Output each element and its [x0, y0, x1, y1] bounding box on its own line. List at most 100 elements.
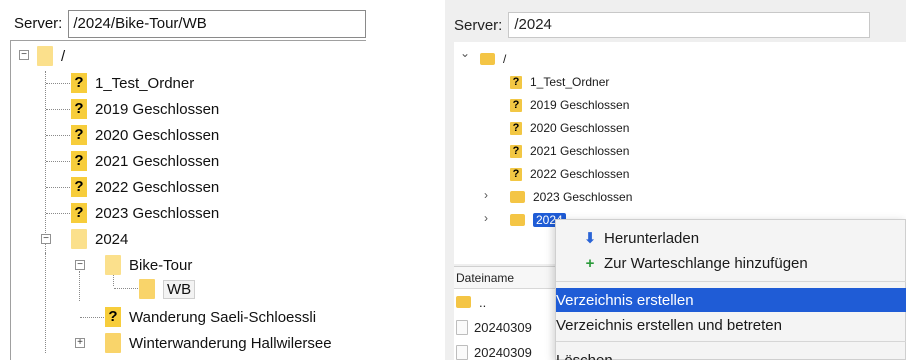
tree-node-1-test-ordner[interactable]: ? 1_Test_Ordner — [510, 71, 609, 93]
unknown-permission-icon: ? — [71, 73, 87, 93]
collapse-toggle-icon[interactable]: − — [75, 260, 85, 270]
menu-item-delete[interactable]: Löschen — [556, 348, 906, 360]
unknown-permission-icon: ? — [71, 151, 87, 171]
tree-node-label: 2021 Geschlossen — [530, 144, 630, 158]
menu-separator — [556, 281, 906, 282]
folder-icon — [510, 214, 525, 226]
expand-toggle-icon[interactable]: + — [75, 338, 85, 348]
tree-node-label: 2023 Geschlossen — [533, 190, 633, 204]
menu-item-label: Löschen — [556, 351, 613, 360]
tree-node-label-selected: WB — [163, 279, 196, 299]
file-icon — [456, 319, 468, 335]
tree-node-label: 2019 Geschlossen — [530, 98, 630, 112]
right-server-bar: Server: /2024 — [445, 8, 906, 42]
list-item[interactable]: 20240309 — [456, 340, 532, 360]
tree-node-2021[interactable]: ? 2021 Geschlossen — [71, 149, 219, 173]
chevron-right-icon[interactable]: › — [480, 188, 492, 202]
menu-item-label: Verzeichnis erstellen — [556, 291, 694, 309]
unknown-permission-icon: ? — [510, 98, 522, 112]
folder-icon — [105, 333, 121, 353]
left-server-bar: Server: /2024/Bike-Tour/WB — [10, 8, 366, 40]
folder-open-icon — [105, 255, 121, 275]
tree-line — [79, 271, 80, 301]
menu-item-label: Verzeichnis erstellen und betreten — [556, 316, 782, 334]
folder-icon — [510, 191, 525, 203]
tree-node-winterwanderung[interactable]: Winterwanderung Hallwilersee — [105, 331, 332, 355]
tree-node-2020[interactable]: ? 2020 Geschlossen — [71, 123, 219, 147]
tree-node-label: 2020 Geschlossen — [530, 121, 630, 135]
unknown-permission-icon: ? — [510, 75, 522, 89]
tree-node-2023[interactable]: ? 2023 Geschlossen — [71, 201, 219, 225]
tree-node-label: 2021 Geschlossen — [95, 152, 220, 170]
menu-item-download[interactable]: ⬇ Herunterladen — [556, 226, 906, 250]
left-file-browser: Server: /2024/Bike-Tour/WB − / ? 1_Test_… — [0, 0, 368, 360]
folder-open-icon — [37, 46, 53, 66]
menu-item-create-and-enter-directory[interactable]: Verzeichnis erstellen und betreten — [556, 313, 906, 337]
tree-node-2019[interactable]: ? 2019 Geschlossen — [510, 94, 629, 116]
list-item-label: 20240309 — [474, 319, 532, 335]
folder-icon — [480, 53, 495, 65]
tree-line — [45, 253, 46, 353]
collapse-toggle-icon[interactable]: − — [19, 50, 29, 60]
menu-separator — [556, 341, 906, 342]
left-server-label: Server: — [14, 15, 63, 32]
unknown-permission-icon: ? — [71, 177, 87, 197]
tree-node-2021[interactable]: ? 2021 Geschlossen — [510, 140, 629, 162]
menu-item-create-directory[interactable]: Verzeichnis erstellen — [556, 288, 906, 312]
tree-node-label: 1_Test_Ordner — [530, 75, 610, 89]
right-server-path-input[interactable]: /2024 — [508, 12, 871, 38]
tree-node-bike-tour[interactable]: Bike-Tour — [105, 253, 192, 277]
list-item-parent[interactable]: .. — [456, 290, 486, 314]
tree-node-label: 2019 Geschlossen — [95, 100, 220, 118]
tree-node-wanderung[interactable]: ? Wanderung Saeli-Schloessli — [105, 305, 316, 329]
left-directory-tree: − / ? 1_Test_Ordner ? 2019 Geschlossen ?… — [10, 40, 366, 360]
list-item-label: .. — [479, 294, 487, 310]
tree-node-label: 2022 Geschlossen — [95, 178, 220, 196]
tree-node-2020[interactable]: ? 2020 Geschlossen — [510, 117, 629, 139]
unknown-permission-icon: ? — [510, 167, 522, 181]
tree-node-2024[interactable]: 2024 — [71, 227, 128, 251]
folder-icon — [456, 296, 471, 308]
folder-icon — [139, 279, 155, 299]
tree-node-label: / — [61, 47, 66, 65]
tree-node-label: 2024 — [95, 230, 129, 248]
right-server-label: Server: — [454, 16, 503, 34]
tree-node-label: 1_Test_Ordner — [95, 74, 195, 92]
tree-node-root[interactable]: / — [480, 48, 506, 70]
file-icon — [456, 344, 468, 360]
add-to-queue-icon: + — [585, 254, 595, 272]
unknown-permission-icon: ? — [71, 99, 87, 119]
tree-node-label: Wanderung Saeli-Schloessli — [129, 308, 317, 326]
menu-item-label: Zur Warteschlange hinzufügen — [604, 254, 808, 272]
chevron-right-icon[interactable]: › — [480, 211, 492, 225]
list-item-label: 20240309 — [474, 344, 532, 360]
tree-node-label: Winterwanderung Hallwilersee — [129, 334, 332, 352]
tree-node-label: 2023 Geschlossen — [95, 204, 220, 222]
tree-node-label: / — [503, 52, 507, 66]
context-menu: ⬇ Herunterladen + Zur Warteschlange hinz… — [555, 219, 906, 360]
tree-node-2023[interactable]: 2023 Geschlossen — [510, 186, 632, 208]
unknown-permission-icon: ? — [105, 307, 121, 327]
collapse-toggle-icon[interactable]: − — [41, 234, 51, 244]
download-arrow-icon: ⬇ — [583, 230, 597, 247]
unknown-permission-icon: ? — [510, 121, 522, 135]
unknown-permission-icon: ? — [71, 203, 87, 223]
tree-node-root[interactable]: / — [37, 44, 65, 68]
tree-node-1-test-ordner[interactable]: ? 1_Test_Ordner — [71, 71, 194, 95]
unknown-permission-icon: ? — [71, 125, 87, 145]
unknown-permission-icon: ? — [510, 144, 522, 158]
tree-node-wb[interactable]: WB — [139, 277, 196, 301]
chevron-down-icon[interactable]: ⌄ — [459, 46, 471, 60]
list-item[interactable]: 20240309 — [456, 315, 532, 339]
menu-item-label: Herunterladen — [604, 229, 700, 247]
tree-node-2022[interactable]: ? 2022 Geschlossen — [71, 175, 219, 199]
tree-node-2019[interactable]: ? 2019 Geschlossen — [71, 97, 219, 121]
left-server-path-input[interactable]: /2024/Bike-Tour/WB — [68, 10, 366, 38]
folder-open-icon — [71, 229, 87, 249]
tree-node-label: 2022 Geschlossen — [530, 167, 630, 181]
tree-node-label: 2020 Geschlossen — [95, 126, 220, 144]
tree-line — [45, 71, 46, 253]
tree-node-2022[interactable]: ? 2022 Geschlossen — [510, 163, 629, 185]
tree-node-label: Bike-Tour — [129, 256, 193, 274]
menu-item-add-to-queue[interactable]: + Zur Warteschlange hinzufügen — [556, 251, 906, 275]
